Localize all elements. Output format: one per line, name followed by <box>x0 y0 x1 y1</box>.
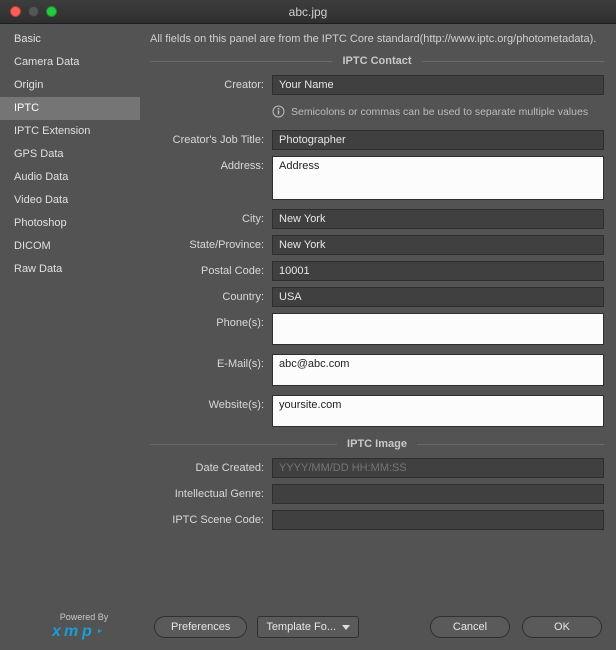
cancel-button[interactable]: Cancel <box>430 616 510 638</box>
footer: Powered By x m p Preferences Template Fo… <box>0 604 616 650</box>
sidebar-item-photoshop[interactable]: Photoshop <box>0 212 140 235</box>
powered-by: Powered By x m p <box>14 612 154 640</box>
label-job-title: Creator's Job Title: <box>150 130 272 150</box>
date-created-input[interactable] <box>272 458 604 478</box>
city-input[interactable] <box>272 209 604 229</box>
sidebar-item-gps-data[interactable]: GPS Data <box>0 143 140 166</box>
ok-button[interactable]: OK <box>522 616 602 638</box>
label-state: State/Province: <box>150 235 272 255</box>
sidebar-item-raw-data[interactable]: Raw Data <box>0 258 140 281</box>
address-input[interactable] <box>272 156 604 200</box>
label-address: Address: <box>150 156 272 203</box>
section-header-contact: IPTC Contact <box>150 55 604 67</box>
info-icon <box>272 105 285 118</box>
sidebar-item-iptc-extension[interactable]: IPTC Extension <box>0 120 140 143</box>
sidebar-item-video-data[interactable]: Video Data <box>0 189 140 212</box>
sidebar-item-iptc[interactable]: IPTC <box>0 97 140 120</box>
chevron-down-icon <box>342 625 350 630</box>
scene-code-input[interactable] <box>272 510 604 530</box>
preferences-button[interactable]: Preferences <box>154 616 247 638</box>
job-title-input[interactable] <box>272 130 604 150</box>
label-emails: E-Mail(s): <box>150 354 272 389</box>
sidebar-item-camera-data[interactable]: Camera Data <box>0 51 140 74</box>
xmp-logo-icon: x m p <box>52 622 116 640</box>
main-panel: All fields on this panel are from the IP… <box>140 24 616 604</box>
label-creator: Creator: <box>150 75 272 95</box>
label-websites: Website(s): <box>150 395 272 430</box>
svg-text:x: x <box>52 623 62 640</box>
phones-input[interactable] <box>272 313 604 345</box>
country-input[interactable] <box>272 287 604 307</box>
sidebar-item-origin[interactable]: Origin <box>0 74 140 97</box>
label-intellectual-genre: Intellectual Genre: <box>150 484 272 504</box>
creator-input[interactable] <box>272 75 604 95</box>
creator-hint: Semicolons or commas can be used to sepa… <box>272 105 604 118</box>
sidebar: Basic Camera Data Origin IPTC IPTC Exten… <box>0 24 140 604</box>
svg-text:p: p <box>81 623 92 640</box>
emails-input[interactable] <box>272 354 604 386</box>
sidebar-item-dicom[interactable]: DICOM <box>0 235 140 258</box>
svg-text:m: m <box>64 623 78 640</box>
intellectual-genre-input[interactable] <box>272 484 604 504</box>
label-date-created: Date Created: <box>150 458 272 478</box>
panel-intro: All fields on this panel are from the IP… <box>150 32 604 47</box>
postal-input[interactable] <box>272 261 604 281</box>
window-title: abc.jpg <box>0 5 616 19</box>
titlebar: abc.jpg <box>0 0 616 24</box>
label-phones: Phone(s): <box>150 313 272 348</box>
sidebar-item-basic[interactable]: Basic <box>0 28 140 51</box>
section-header-image: IPTC Image <box>150 438 604 450</box>
label-city: City: <box>150 209 272 229</box>
label-postal: Postal Code: <box>150 261 272 281</box>
label-country: Country: <box>150 287 272 307</box>
sidebar-item-audio-data[interactable]: Audio Data <box>0 166 140 189</box>
template-dropdown[interactable]: Template Fo... <box>257 616 359 638</box>
state-input[interactable] <box>272 235 604 255</box>
label-scene-code: IPTC Scene Code: <box>150 510 272 530</box>
websites-input[interactable] <box>272 395 604 427</box>
